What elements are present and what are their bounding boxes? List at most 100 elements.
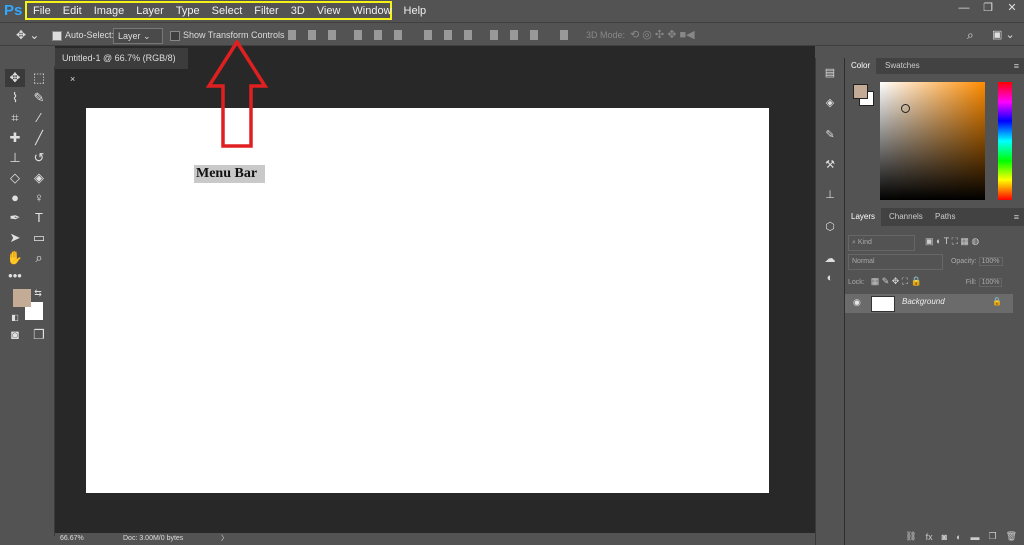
- tools-panel: ✥ ⬚ ⌇ ✎ ⌗ ⁄ ✚ ╱ ⊥ ↺ ◇ ◈ ● ♀ ✒ T ➤ ▭ ✋ ⌕ …: [0, 66, 55, 536]
- tab-paths[interactable]: Paths: [929, 208, 961, 226]
- blur-tool-icon[interactable]: ●: [5, 189, 25, 207]
- align-left-icon[interactable]: [354, 30, 362, 40]
- hue-slider[interactable]: [998, 82, 1012, 200]
- properties-panel-icon[interactable]: ◈: [822, 96, 838, 110]
- screen-mode-icon[interactable]: ❐: [29, 326, 49, 344]
- more-tools-icon[interactable]: •••: [5, 267, 25, 285]
- brush-tool-icon[interactable]: ╱: [29, 129, 49, 147]
- auto-select-checkbox[interactable]: Auto-Select:: [52, 28, 114, 42]
- layer-style-icon[interactable]: fx: [926, 532, 933, 542]
- workspace-icon[interactable]: ▣ ⌄: [992, 28, 1015, 42]
- distribute-hcenter-icon[interactable]: [510, 30, 518, 40]
- path-select-tool-icon[interactable]: ➤: [5, 229, 25, 247]
- auto-select-target-dropdown[interactable]: Layer ⌄: [113, 28, 163, 44]
- adjustments-icon[interactable]: ◐: [822, 272, 838, 286]
- zoom-level[interactable]: 66.67%: [60, 533, 84, 545]
- close-button[interactable]: ✕: [1000, 0, 1024, 16]
- opacity-field[interactable]: 100%: [978, 257, 1003, 266]
- align-bottom-icon[interactable]: [328, 30, 336, 40]
- eyedropper-tool-icon[interactable]: ⁄: [29, 109, 49, 127]
- crop-tool-icon[interactable]: ⌗: [5, 109, 25, 127]
- move-tool-icon[interactable]: ✥ ⌄: [16, 28, 39, 42]
- distribute-right-icon[interactable]: [530, 30, 538, 40]
- distribute-vcenter-icon[interactable]: [444, 30, 452, 40]
- adjustment-layer-icon[interactable]: ◐: [956, 532, 961, 542]
- color-picker-cursor[interactable]: [901, 104, 910, 113]
- eraser-tool-icon[interactable]: ◇: [5, 169, 25, 187]
- fill-field[interactable]: 100%: [978, 278, 1003, 287]
- libraries-icon[interactable]: ☁: [822, 252, 838, 266]
- healing-brush-tool-icon[interactable]: ✚: [5, 129, 25, 147]
- tab-swatches[interactable]: Swatches: [879, 58, 926, 74]
- menu-file[interactable]: File: [27, 5, 57, 17]
- default-colors-icon[interactable]: ◧: [9, 309, 21, 327]
- link-layers-icon[interactable]: ⛓: [905, 531, 916, 542]
- layers-panel-menu-icon[interactable]: ≡: [1008, 208, 1024, 226]
- layer-filter-dropdown[interactable]: ⌕ Kind: [848, 235, 915, 251]
- brush-settings-icon[interactable]: ✎: [822, 128, 838, 142]
- distribute-left-icon[interactable]: [490, 30, 498, 40]
- canvas[interactable]: [86, 108, 769, 493]
- menu-filter[interactable]: Filter: [248, 5, 284, 17]
- marquee-tool-icon[interactable]: ⬚: [29, 69, 49, 87]
- swap-colors-icon[interactable]: ⇆: [32, 284, 44, 302]
- menu-window[interactable]: Window: [346, 5, 397, 17]
- layer-row-background[interactable]: ◉ Background 🔒: [845, 294, 1013, 313]
- new-group-icon[interactable]: ▬: [970, 532, 979, 542]
- panel-foreground-swatch[interactable]: [853, 84, 868, 99]
- menu-select[interactable]: Select: [206, 5, 249, 17]
- align-right-icon[interactable]: [394, 30, 402, 40]
- menu-edit[interactable]: Edit: [57, 5, 88, 17]
- menu-layer[interactable]: Layer: [130, 5, 170, 17]
- paint-bucket-tool-icon[interactable]: ◈: [29, 169, 49, 187]
- 3d-panel-icon[interactable]: ⬡: [822, 220, 838, 234]
- history-panel-icon[interactable]: ▤: [822, 66, 838, 80]
- align-vcenter-icon[interactable]: [308, 30, 316, 40]
- foreground-color-swatch[interactable]: [13, 289, 31, 307]
- dodge-tool-icon[interactable]: ♀: [29, 189, 49, 207]
- menu-3d[interactable]: 3D: [285, 5, 311, 17]
- rectangle-tool-icon[interactable]: ▭: [29, 229, 49, 247]
- document-tab[interactable]: Untitled-1 @ 66.7% (RGB/8) ×: [55, 48, 188, 84]
- status-menu-arrow-icon[interactable]: 〉: [221, 533, 228, 545]
- quick-mask-icon[interactable]: ◙: [5, 326, 25, 344]
- history-brush-tool-icon[interactable]: ↺: [29, 149, 49, 167]
- type-tool-icon[interactable]: T: [29, 209, 49, 227]
- clone-source-icon[interactable]: ⊥: [822, 188, 838, 202]
- auto-align-icon[interactable]: [560, 30, 568, 40]
- move-tool-icon[interactable]: ✥: [5, 69, 25, 87]
- lasso-tool-icon[interactable]: ⌇: [5, 89, 25, 107]
- blend-mode-dropdown[interactable]: Normal: [848, 254, 943, 270]
- panel-menu-icon[interactable]: ≡: [1008, 58, 1024, 74]
- pen-tool-icon[interactable]: ✒: [5, 209, 25, 227]
- distribute-bottom-icon[interactable]: [464, 30, 472, 40]
- search-icon[interactable]: ⌕: [967, 28, 974, 42]
- document-tab-close-icon[interactable]: ×: [70, 74, 75, 84]
- visibility-eye-icon[interactable]: ◉: [853, 297, 861, 308]
- tool-presets-icon[interactable]: ⚒: [822, 158, 838, 172]
- tab-color[interactable]: Color: [845, 58, 877, 74]
- quick-select-tool-icon[interactable]: ✎: [29, 89, 49, 107]
- minimize-button[interactable]: —: [952, 0, 976, 16]
- layer-name: Background: [902, 297, 945, 306]
- restore-button[interactable]: ❐: [976, 0, 1000, 16]
- zoom-tool-icon[interactable]: ⌕: [29, 249, 49, 267]
- tab-channels[interactable]: Channels: [883, 208, 929, 226]
- lock-icons[interactable]: ▦ ✎ ✥ ⛶ 🔒: [871, 276, 922, 286]
- align-hcenter-icon[interactable]: [374, 30, 382, 40]
- new-layer-icon[interactable]: ❐: [988, 531, 996, 542]
- align-top-icon[interactable]: [288, 30, 296, 40]
- delete-layer-icon[interactable]: 🗑: [1006, 531, 1017, 542]
- tab-layers[interactable]: Layers: [845, 208, 882, 226]
- menu-type[interactable]: Type: [170, 5, 206, 17]
- menu-image[interactable]: Image: [88, 5, 131, 17]
- clone-stamp-tool-icon[interactable]: ⊥: [5, 149, 25, 167]
- distribute-top-icon[interactable]: [424, 30, 432, 40]
- menu-help[interactable]: Help: [398, 5, 433, 17]
- hand-tool-icon[interactable]: ✋: [5, 249, 25, 267]
- layer-mask-icon[interactable]: ◙: [942, 532, 947, 542]
- layer-filter-icons[interactable]: ▣ ◐ T ⛶ ▦ ◍: [925, 236, 979, 246]
- color-picker-field[interactable]: [880, 82, 985, 200]
- menu-view[interactable]: View: [311, 5, 347, 17]
- 3d-tools-icon[interactable]: ⟲ ◎ ✣ ✥ ■◀: [630, 28, 695, 42]
